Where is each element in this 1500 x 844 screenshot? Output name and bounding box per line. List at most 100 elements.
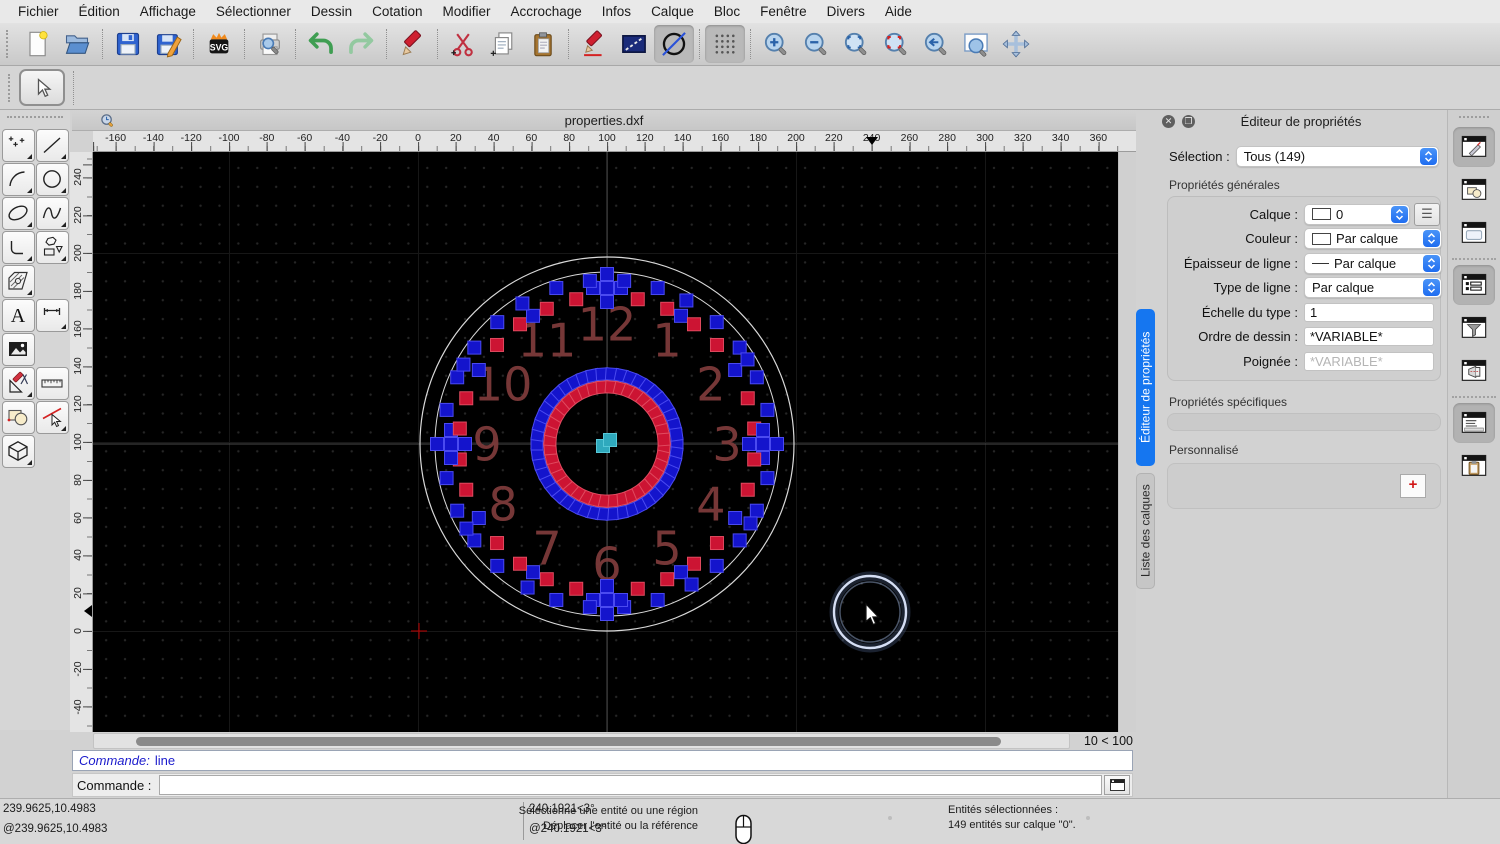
menu-selectionner[interactable]: Sélectionner	[206, 4, 301, 19]
paste-button[interactable]	[523, 25, 563, 63]
menu-calque[interactable]: Calque	[641, 4, 704, 19]
arc-tool-button[interactable]	[1, 162, 35, 196]
draw-pencil-button[interactable]	[574, 25, 614, 63]
selection-box-button[interactable]	[614, 25, 654, 63]
dock-drag-handle[interactable]	[1459, 116, 1489, 123]
circle-line-button[interactable]	[654, 25, 694, 63]
modify-tool-button[interactable]	[1, 366, 35, 400]
open-file-button[interactable]	[57, 25, 97, 63]
menu-aide[interactable]: Aide	[875, 4, 922, 19]
menu-modifier[interactable]: Modifier	[432, 4, 500, 19]
dock-filter-toggle-button[interactable]	[1453, 308, 1495, 348]
zoom-in-button[interactable]	[756, 25, 796, 63]
polygon-tool-button[interactable]	[35, 230, 69, 264]
h-ruler-label: 80	[563, 132, 576, 144]
document-icon	[100, 113, 115, 128]
drawing-tools-palette: A	[0, 110, 70, 730]
select-entity-tool-button[interactable]	[35, 400, 69, 434]
layer-menu-button[interactable]: ☰	[1414, 202, 1440, 226]
toolbar-drag-handle[interactable]	[6, 30, 13, 58]
menu-dessin[interactable]: Dessin	[301, 4, 362, 19]
h-ruler-label: -20	[372, 132, 388, 144]
panel-title: Éditeur de propriétés	[1240, 113, 1362, 129]
shapes-tool-button[interactable]	[1, 400, 35, 434]
property-row: Couleur : Par calque	[1170, 227, 1442, 252]
property-input[interactable]: *VARIABLE*	[1304, 327, 1434, 347]
menu-infos[interactable]: Infos	[592, 4, 641, 19]
palette-drag-handle[interactable]	[7, 116, 63, 124]
menu-fenetre[interactable]: Fenêtre	[750, 4, 817, 19]
menu-fichier[interactable]: Fichier	[8, 4, 69, 19]
side-tab-layer-list[interactable]: Liste des calques	[1136, 473, 1155, 589]
points-tool-button[interactable]	[1, 128, 35, 162]
zoom-pan-button[interactable]	[996, 25, 1036, 63]
dock-library-toggle-button[interactable]	[1453, 351, 1495, 391]
save-as-button[interactable]	[148, 25, 188, 63]
property-dropdown[interactable]: Par calque	[1304, 252, 1442, 274]
mouse-cursor	[865, 602, 880, 626]
scrollbar-thumb[interactable]	[136, 737, 1001, 746]
h-ruler-label: 0	[415, 132, 421, 144]
command-window-toggle-button[interactable]	[1104, 775, 1130, 795]
grid-toggle-button[interactable]	[705, 25, 745, 63]
property-dropdown[interactable]: Par calque	[1304, 228, 1442, 250]
zoom-previous-button[interactable]	[916, 25, 956, 63]
property-dropdown[interactable]: Par calque	[1304, 277, 1442, 299]
measure-tool-button[interactable]	[35, 366, 69, 400]
svg-text:3: 3	[712, 418, 741, 472]
drawing-canvas[interactable]: 12 1 2 3 4 5 6 7 8 9 10 11	[93, 152, 1118, 732]
menu-divers[interactable]: Divers	[817, 4, 875, 19]
general-properties-group: Calque :0 ☰ Couleur : Par calque Épaisseur d…	[1167, 196, 1442, 381]
h-ruler-label: 200	[787, 132, 805, 144]
spline-tool-button[interactable]	[35, 196, 69, 230]
selection-status-title: Entités sélectionnées :	[948, 804, 1059, 816]
line-tool-button[interactable]	[35, 128, 69, 162]
zoom-window-button[interactable]	[956, 25, 996, 63]
image-tool-button[interactable]	[1, 332, 35, 366]
command-input[interactable]	[159, 775, 1102, 795]
dock-blocks-toggle-button[interactable]	[1453, 127, 1495, 167]
dock-shapes-toggle-button[interactable]	[1453, 170, 1495, 210]
circle-tool-button[interactable]	[35, 162, 69, 196]
menu-accrochage[interactable]: Accrochage	[500, 4, 591, 19]
dock-properties-toggle-button[interactable]	[1453, 265, 1495, 305]
property-label: Épaisseur de ligne :	[1183, 255, 1298, 271]
zoom-auto-button[interactable]	[836, 25, 876, 63]
selection-dropdown[interactable]: Tous (149)	[1235, 146, 1439, 167]
redo-button[interactable]	[341, 25, 381, 63]
export-svg-button[interactable]: SVG	[199, 25, 239, 63]
menu-affichage[interactable]: Affichage	[130, 4, 206, 19]
horizontal-scrollbar[interactable]	[93, 733, 1070, 749]
select-arrow-button[interactable]	[19, 69, 65, 106]
add-custom-property-button[interactable]: +	[1400, 473, 1426, 498]
ellipse-tool-button[interactable]	[1, 196, 35, 230]
side-tab-property-editor[interactable]: Éditeur de propriétés	[1136, 309, 1155, 466]
erase-button[interactable]	[392, 25, 432, 63]
property-value: Par calque	[1336, 231, 1399, 247]
dimension-tool-button[interactable]	[35, 298, 69, 332]
text-tool-button[interactable]: A	[1, 298, 35, 332]
menu-cotation[interactable]: Cotation	[362, 4, 432, 19]
property-row: Échelle du type : 1	[1170, 300, 1434, 325]
property-input[interactable]: 1	[1304, 302, 1434, 322]
hatch-tool-button[interactable]	[1, 264, 35, 298]
property-label: Poignée :	[1243, 353, 1298, 369]
property-dropdown[interactable]: 0	[1304, 203, 1410, 225]
undo-button[interactable]	[301, 25, 341, 63]
cube-tool-button[interactable]	[1, 434, 35, 468]
options-drag-handle[interactable]	[8, 73, 15, 102]
dock-preview-toggle-button[interactable]	[1453, 213, 1495, 253]
save-button[interactable]	[108, 25, 148, 63]
print-preview-button[interactable]	[250, 25, 290, 63]
menu-bloc[interactable]: Bloc	[704, 4, 750, 19]
polyline-tool-button[interactable]	[1, 230, 35, 264]
dock-command-toggle-button[interactable]	[1453, 403, 1495, 443]
zoom-out-button[interactable]	[796, 25, 836, 63]
menu-edition[interactable]: Édition	[69, 4, 130, 19]
vertical-scrollbar[interactable]	[1118, 152, 1136, 732]
new-document-button[interactable]	[17, 25, 57, 63]
zoom-selected-button[interactable]	[876, 25, 916, 63]
cut-button[interactable]	[443, 25, 483, 63]
copy-button[interactable]	[483, 25, 523, 63]
dock-clipboard-toggle-button[interactable]	[1453, 446, 1495, 486]
